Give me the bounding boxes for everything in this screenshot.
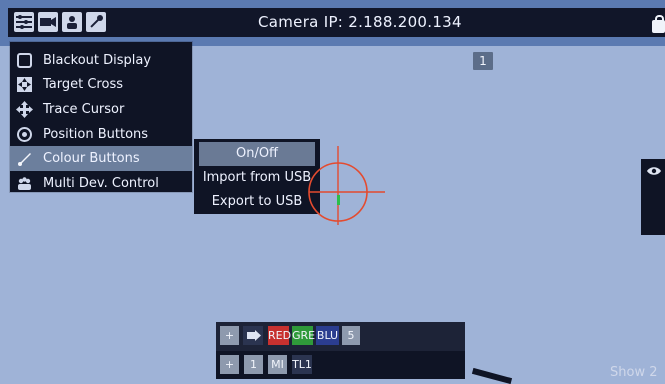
top-toolbar: Camera IP: 2.188.200.134 [8,8,665,37]
submenu-item-on-off[interactable]: On/Off [199,142,315,166]
menu-item-label: Colour Buttons [43,151,140,166]
top-bar: Camera IP: 2.188.200.134 [0,0,665,46]
move-icon [16,101,33,118]
target-icon [16,126,33,143]
target-crosshair [308,146,385,225]
crosshair-icon [16,76,33,93]
menu-item-colour-buttons[interactable]: Colour Buttons [10,146,192,171]
add-button[interactable]: + [220,355,239,374]
dark-line [471,367,513,384]
menu-item-position-buttons[interactable]: Position Buttons [10,122,192,147]
control-row-2: + 1 MI TL1 [216,351,465,379]
bottom-control-panel: + RED GRE BLU 5 + 1 MI TL1 [216,322,465,379]
menu-item-multi-dev-control[interactable]: Multi Dev. Control [10,171,192,196]
paintbrush-icon [16,150,33,167]
mi-button[interactable]: MI [268,355,287,374]
badge-count: 1 [473,52,493,70]
camera-ip-title: Camera IP: 2.188.200.134 [258,13,462,31]
user-icon[interactable] [62,12,82,32]
lock-icon[interactable] [652,15,665,33]
eye-icon[interactable] [646,166,662,176]
control-row-1: + RED GRE BLU 5 [216,322,465,350]
submenu-item-export-to-usb[interactable]: Export to USB [194,190,320,214]
blue-button[interactable]: BLU [316,326,339,345]
tl1-button[interactable]: TL1 [292,355,312,374]
green-button[interactable]: GRE [292,326,315,345]
colour-buttons-submenu: On/Off Import from USB Export to USB [194,139,320,214]
menu-item-target-cross[interactable]: Target Cross [10,72,192,97]
group-icon [16,175,33,192]
square-icon [16,52,33,69]
menu-item-blackout-display[interactable]: Blackout Display [10,48,192,73]
right-panel [641,159,665,235]
number-button[interactable]: 1 [244,355,263,374]
submenu-item-import-from-usb[interactable]: Import from USB [194,166,320,190]
side-menu: Blackout Display Target Cross Trace Curs… [10,42,192,192]
red-button[interactable]: RED [268,326,291,345]
import-icon[interactable] [243,326,263,345]
add-button[interactable]: + [220,326,239,345]
menu-item-label: Multi Dev. Control [43,176,159,191]
menu-item-label: Target Cross [43,77,123,92]
count-button[interactable]: 5 [342,326,360,345]
menu-item-label: Trace Cursor [43,102,125,117]
sliders-icon[interactable] [14,12,34,32]
video-camera-icon[interactable] [38,12,58,32]
menu-item-label: Blackout Display [43,53,152,68]
menu-item-label: Position Buttons [43,127,149,142]
menu-item-trace-cursor[interactable]: Trace Cursor [10,97,192,122]
wrench-icon[interactable] [86,12,106,32]
